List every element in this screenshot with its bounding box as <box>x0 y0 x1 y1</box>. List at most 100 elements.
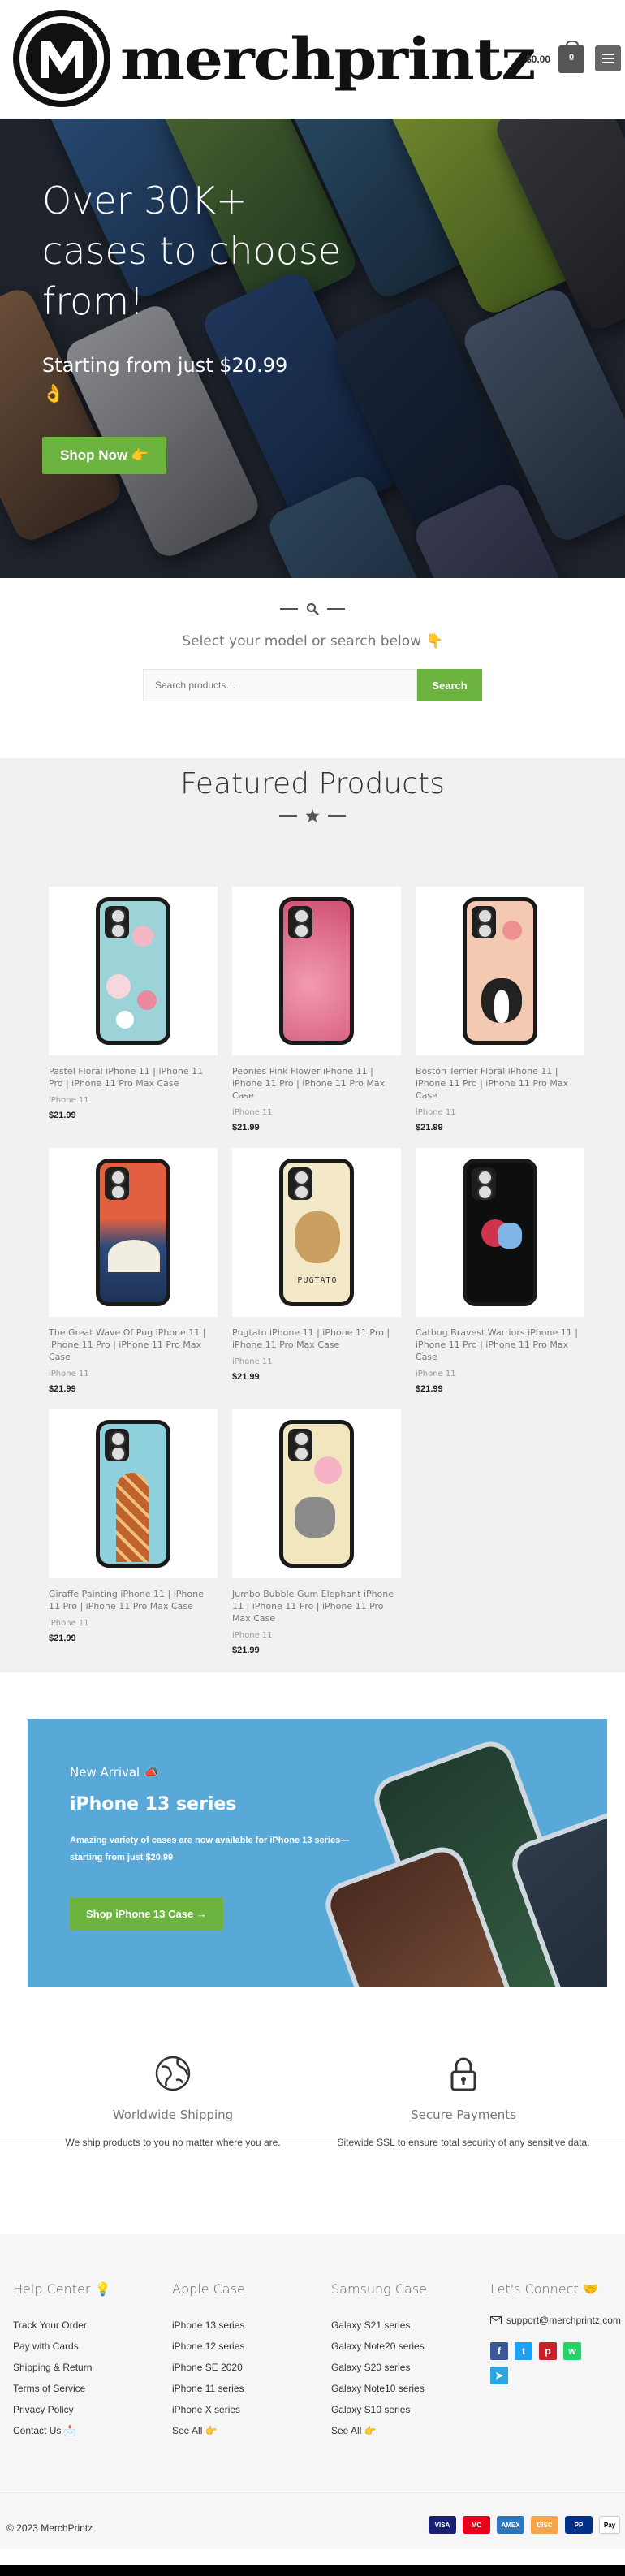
amex-icon: AMEX <box>497 2516 524 2534</box>
hero-subtitle: Starting from just $20.99 👌 <box>42 351 351 409</box>
footer-link-iphone-11[interactable]: iPhone 11 series <box>172 2378 245 2399</box>
product-category[interactable]: iPhone 11 <box>49 1619 218 1628</box>
footer-heading: Samsung Case <box>331 2281 428 2297</box>
product-price: $21.99 <box>232 1646 260 1655</box>
cart-bag-icon[interactable]: 0 <box>558 41 585 73</box>
footer-link-galaxy-note20[interactable]: Galaxy Note20 series <box>331 2336 427 2357</box>
product-category[interactable]: iPhone 11 <box>416 1108 584 1117</box>
footer-link-iphone-se[interactable]: iPhone SE 2020 <box>172 2357 245 2378</box>
social-links: f t p w ➤ <box>490 2342 604 2384</box>
twitter-icon[interactable]: t <box>515 2342 532 2360</box>
search-input[interactable] <box>143 669 417 701</box>
footer-link-terms[interactable]: Terms of Service <box>13 2378 110 2399</box>
site-logo[interactable]: merchprintz <box>11 8 536 109</box>
footer-link-iphone-13[interactable]: iPhone 13 series <box>172 2315 245 2336</box>
footer-heading: Apple Case <box>172 2281 245 2297</box>
hamburger-menu-icon[interactable] <box>595 45 621 71</box>
pastel-floral-case-image <box>96 897 170 1045</box>
product-category[interactable]: iPhone 11 <box>232 1357 401 1366</box>
footer-link-privacy[interactable]: Privacy Policy <box>13 2399 110 2420</box>
product-card[interactable]: Boston Terrier Floral iPhone 11 | iPhone… <box>416 887 584 1133</box>
star-icon <box>305 809 320 822</box>
product-image[interactable] <box>49 887 218 1055</box>
footer-link-shipping-return[interactable]: Shipping & Return <box>13 2357 110 2378</box>
shop-now-button[interactable]: Shop Now 👉 <box>42 437 166 474</box>
product-name[interactable]: Jumbo Bubble Gum Elephant iPhone 11 | iP… <box>232 1588 401 1625</box>
footer-email[interactable]: support@merchprintz.com <box>490 2315 621 2326</box>
feature-worldwide-shipping: Worldwide Shipping We ship products to y… <box>39 2054 307 2151</box>
facebook-icon[interactable]: f <box>490 2342 508 2360</box>
footer-link-apple-see-all[interactable]: See All 👉 <box>172 2420 245 2441</box>
product-category[interactable]: iPhone 11 <box>416 1370 584 1379</box>
hero-subtitle-text: Starting from just $20.99 <box>42 354 288 377</box>
featured-products-section: Featured Products Pastel Floral iPhone 1… <box>0 758 625 1672</box>
search-heading: Select your model or search below 👇 <box>182 633 443 649</box>
product-category[interactable]: iPhone 11 <box>232 1631 401 1640</box>
footer-heading: Help Center 💡 <box>13 2281 111 2297</box>
product-name[interactable]: Peonies Pink Flower iPhone 11 | iPhone 1… <box>232 1065 401 1102</box>
product-name[interactable]: Giraffe Painting iPhone 11 | iPhone 11 P… <box>49 1588 218 1612</box>
footer-link-galaxy-s10[interactable]: Galaxy S10 series <box>331 2399 427 2420</box>
hero-content: Over 30K+ cases to choose from! Starting… <box>42 175 351 474</box>
product-image[interactable] <box>49 1148 218 1317</box>
footer-link-galaxy-note10[interactable]: Galaxy Note10 series <box>331 2378 427 2399</box>
promo-content: New Arrival 📣 iPhone 13 series Amazing v… <box>70 1765 378 1931</box>
search-button[interactable]: Search <box>417 669 482 701</box>
product-image[interactable] <box>416 887 584 1055</box>
product-price: $21.99 <box>416 1384 443 1394</box>
product-card[interactable]: Pastel Floral iPhone 11 | iPhone 11 Pro … <box>49 887 218 1120</box>
pinterest-icon[interactable]: p <box>539 2342 557 2360</box>
shop-iphone-13-button[interactable]: Shop iPhone 13 Case → <box>70 1897 223 1931</box>
lock-icon <box>450 2057 476 2091</box>
footer-link-iphone-x[interactable]: iPhone X series <box>172 2399 245 2420</box>
product-card[interactable]: PUGTATO Pugtato iPhone 11 | iPhone 11 Pr… <box>232 1148 401 1382</box>
footer-link-track-order[interactable]: Track Your Order <box>13 2315 110 2336</box>
product-image[interactable]: PUGTATO <box>232 1148 401 1317</box>
feature-secure-payments: Secure Payments Sitewide SSL to ensure t… <box>330 2054 597 2151</box>
giraffe-painting-case-image <box>96 1420 170 1568</box>
mastercard-icon: MC <box>463 2516 490 2534</box>
boston-terrier-case-image <box>463 897 537 1045</box>
footer-link-contact[interactable]: Contact Us 📩 <box>13 2420 110 2441</box>
footer-link-samsung-see-all[interactable]: See All 👉 <box>331 2420 427 2441</box>
pugtato-case-image: PUGTATO <box>279 1159 354 1306</box>
footer-apple-case: Apple Case iPhone 13 series iPhone 12 se… <box>172 2281 245 2441</box>
product-image[interactable] <box>416 1148 584 1317</box>
hero-title: Over 30K+ cases to choose from! <box>42 179 342 323</box>
product-image[interactable] <box>49 1409 218 1578</box>
featured-title: Featured Products <box>180 767 445 800</box>
product-image[interactable] <box>232 887 401 1055</box>
product-category[interactable]: iPhone 11 <box>232 1108 401 1117</box>
product-card[interactable]: The Great Wave Of Pug iPhone 11 | iPhone… <box>49 1148 218 1394</box>
product-name[interactable]: Boston Terrier Floral iPhone 11 | iPhone… <box>416 1065 584 1102</box>
product-card[interactable]: Catbug Bravest Warriors iPhone 11 | iPho… <box>416 1148 584 1394</box>
product-card[interactable]: Peonies Pink Flower iPhone 11 | iPhone 1… <box>232 887 401 1133</box>
footer-link-galaxy-s20[interactable]: Galaxy S20 series <box>331 2357 427 2378</box>
whatsapp-icon[interactable]: w <box>563 2342 581 2360</box>
footer-link-pay-with-cards[interactable]: Pay with Cards <box>13 2336 110 2357</box>
footer-email-text[interactable]: support@merchprintz.com <box>506 2315 621 2326</box>
product-category[interactable]: iPhone 11 <box>49 1370 218 1379</box>
promo-banner: New Arrival 📣 iPhone 13 series Amazing v… <box>28 1719 607 1987</box>
footer-link-iphone-12[interactable]: iPhone 12 series <box>172 2336 245 2357</box>
product-image[interactable] <box>232 1409 401 1578</box>
site-header: merchprintz $0.00 0 <box>0 0 625 119</box>
footer-connect: Let's Connect 🤝 support@merchprintz.com … <box>490 2281 621 2384</box>
search-section: Select your model or search below 👇 Sear… <box>0 578 625 758</box>
product-price: $21.99 <box>49 1111 76 1120</box>
product-name[interactable]: Pugtato iPhone 11 | iPhone 11 Pro | iPho… <box>232 1327 401 1351</box>
product-name[interactable]: Catbug Bravest Warriors iPhone 11 | iPho… <box>416 1327 584 1363</box>
footer-link-galaxy-s21[interactable]: Galaxy S21 series <box>331 2315 427 2336</box>
product-name[interactable]: The Great Wave Of Pug iPhone 11 | iPhone… <box>49 1327 218 1363</box>
telegram-icon[interactable]: ➤ <box>490 2367 508 2384</box>
product-category[interactable]: iPhone 11 <box>49 1096 218 1105</box>
payment-methods: VISA MC AMEX DISC PP Pay <box>429 2516 620 2534</box>
product-price: $21.99 <box>232 1123 260 1133</box>
hero-banner: Over 30K+ cases to choose from! Starting… <box>0 119 625 578</box>
product-name[interactable]: Pastel Floral iPhone 11 | iPhone 11 Pro … <box>49 1065 218 1090</box>
feature-title: Worldwide Shipping <box>112 2108 234 2122</box>
product-card[interactable]: Jumbo Bubble Gum Elephant iPhone 11 | iP… <box>232 1409 401 1655</box>
cart-widget[interactable]: $0.00 0 <box>526 41 585 73</box>
section-divider <box>0 602 625 615</box>
product-card[interactable]: Giraffe Painting iPhone 11 | iPhone 11 P… <box>49 1409 218 1643</box>
